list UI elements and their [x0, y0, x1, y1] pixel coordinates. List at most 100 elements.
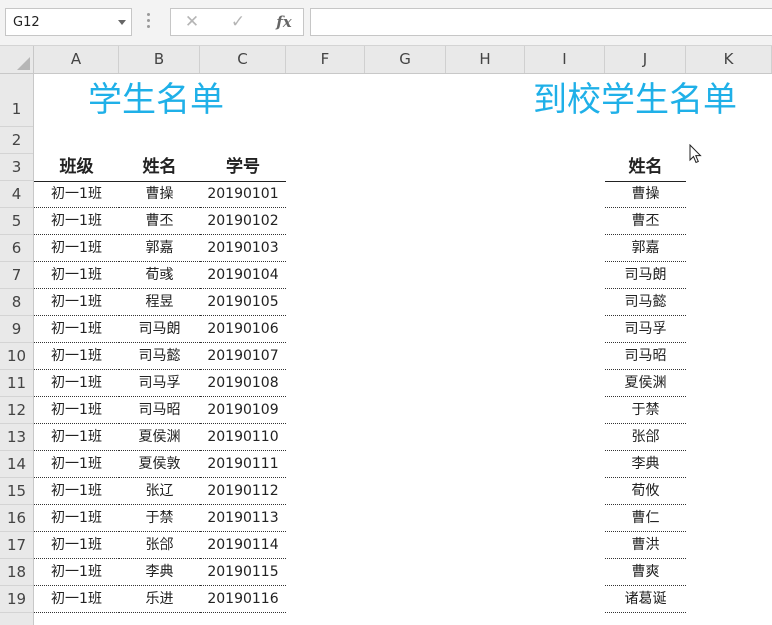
- student-id-cell[interactable]: 20190106: [200, 316, 286, 343]
- row-header-19[interactable]: 19: [0, 586, 33, 613]
- row-header-17[interactable]: 17: [0, 532, 33, 559]
- student-name-cell[interactable]: 司马懿: [119, 343, 200, 370]
- row-header-13[interactable]: 13: [0, 424, 33, 451]
- student-id-cell[interactable]: 20190105: [200, 289, 286, 316]
- student-id-cell[interactable]: 20190116: [200, 586, 286, 613]
- arrived-name-cell[interactable]: 荀攸: [605, 478, 686, 505]
- row-header-15[interactable]: 15: [0, 478, 33, 505]
- arrived-name-cell[interactable]: 曹操: [605, 181, 686, 208]
- header-arrived-name[interactable]: 姓名: [605, 154, 686, 182]
- student-class-cell[interactable]: 初一1班: [34, 262, 119, 289]
- student-name-cell[interactable]: 程昱: [119, 289, 200, 316]
- arrived-name-cell[interactable]: 曹丕: [605, 208, 686, 235]
- student-id-cell[interactable]: 20190104: [200, 262, 286, 289]
- enter-icon[interactable]: ✓: [223, 12, 253, 32]
- column-header-b[interactable]: B: [119, 46, 200, 73]
- student-name-cell[interactable]: 李典: [119, 559, 200, 586]
- student-class-cell[interactable]: 初一1班: [34, 424, 119, 451]
- row-header-18[interactable]: 18: [0, 559, 33, 586]
- student-class-cell[interactable]: 初一1班: [34, 478, 119, 505]
- header-name[interactable]: 姓名: [119, 154, 200, 182]
- header-id[interactable]: 学号: [200, 154, 286, 182]
- student-class-cell[interactable]: 初一1班: [34, 559, 119, 586]
- worksheet-grid[interactable]: 学生名单 到校学生名单 班级 姓名 学号 姓名 初一1班 曹操 20190101 初一…: [34, 74, 772, 625]
- column-header-i[interactable]: I: [525, 46, 605, 73]
- row-header-16[interactable]: 16: [0, 505, 33, 532]
- student-id-cell[interactable]: 20190103: [200, 235, 286, 262]
- student-class-cell[interactable]: 初一1班: [34, 532, 119, 559]
- drag-handle-icon[interactable]: [147, 13, 151, 33]
- student-name-cell[interactable]: 荀彧: [119, 262, 200, 289]
- row-header-10[interactable]: 10: [0, 343, 33, 370]
- name-box[interactable]: G12: [5, 8, 132, 36]
- student-id-cell[interactable]: 20190111: [200, 451, 286, 478]
- formula-input[interactable]: [310, 8, 772, 36]
- student-class-cell[interactable]: 初一1班: [34, 343, 119, 370]
- arrived-name-cell[interactable]: 曹爽: [605, 559, 686, 586]
- column-header-g[interactable]: G: [365, 46, 446, 73]
- arrived-name-cell[interactable]: 司马孚: [605, 316, 686, 343]
- student-id-cell[interactable]: 20190110: [200, 424, 286, 451]
- student-id-cell[interactable]: 20190107: [200, 343, 286, 370]
- header-class[interactable]: 班级: [34, 154, 119, 182]
- arrived-name-cell[interactable]: 司马朗: [605, 262, 686, 289]
- student-name-cell[interactable]: 曹操: [119, 181, 200, 208]
- student-name-cell[interactable]: 司马朗: [119, 316, 200, 343]
- student-class-cell[interactable]: 初一1班: [34, 208, 119, 235]
- column-header-f[interactable]: F: [286, 46, 365, 73]
- arrived-name-cell[interactable]: 司马昭: [605, 343, 686, 370]
- student-id-cell[interactable]: 20190112: [200, 478, 286, 505]
- arrived-name-cell[interactable]: 李典: [605, 451, 686, 478]
- row-header-14[interactable]: 14: [0, 451, 33, 478]
- student-name-cell[interactable]: 夏侯敦: [119, 451, 200, 478]
- row-header-3[interactable]: 3: [0, 154, 33, 181]
- select-all-button[interactable]: [0, 46, 34, 73]
- student-class-cell[interactable]: 初一1班: [34, 397, 119, 424]
- arrived-name-cell[interactable]: 曹仁: [605, 505, 686, 532]
- student-name-cell[interactable]: 郭嘉: [119, 235, 200, 262]
- student-name-cell[interactable]: 司马孚: [119, 370, 200, 397]
- student-name-cell[interactable]: 司马昭: [119, 397, 200, 424]
- student-class-cell[interactable]: 初一1班: [34, 235, 119, 262]
- student-name-cell[interactable]: 张辽: [119, 478, 200, 505]
- row-header-5[interactable]: 5: [0, 208, 33, 235]
- column-header-k[interactable]: K: [686, 46, 772, 73]
- student-class-cell[interactable]: 初一1班: [34, 316, 119, 343]
- student-id-cell[interactable]: 20190108: [200, 370, 286, 397]
- student-class-cell[interactable]: 初一1班: [34, 181, 119, 208]
- row-header-8[interactable]: 8: [0, 289, 33, 316]
- insert-function-icon[interactable]: fx: [269, 12, 299, 32]
- column-header-h[interactable]: H: [446, 46, 525, 73]
- student-class-cell[interactable]: 初一1班: [34, 289, 119, 316]
- row-header-4[interactable]: 4: [0, 181, 33, 208]
- student-class-cell[interactable]: 初一1班: [34, 370, 119, 397]
- arrived-name-cell[interactable]: 张郃: [605, 424, 686, 451]
- arrived-name-cell[interactable]: 司马懿: [605, 289, 686, 316]
- cancel-icon[interactable]: ✕: [177, 12, 207, 32]
- column-header-c[interactable]: C: [200, 46, 286, 73]
- student-id-cell[interactable]: 20190115: [200, 559, 286, 586]
- student-name-cell[interactable]: 于禁: [119, 505, 200, 532]
- student-class-cell[interactable]: 初一1班: [34, 451, 119, 478]
- student-class-cell[interactable]: 初一1班: [34, 505, 119, 532]
- row-header-2[interactable]: 2: [0, 127, 33, 154]
- arrived-name-cell[interactable]: 诸葛诞: [605, 586, 686, 613]
- arrived-name-cell[interactable]: 曹洪: [605, 532, 686, 559]
- student-id-cell[interactable]: 20190109: [200, 397, 286, 424]
- column-header-j[interactable]: J: [605, 46, 686, 73]
- arrived-name-cell[interactable]: 郭嘉: [605, 235, 686, 262]
- row-header-6[interactable]: 6: [0, 235, 33, 262]
- title-student-list[interactable]: 学生名单: [88, 74, 224, 127]
- student-name-cell[interactable]: 张郃: [119, 532, 200, 559]
- student-name-cell[interactable]: 曹丕: [119, 208, 200, 235]
- student-id-cell[interactable]: 20190101: [200, 181, 286, 208]
- student-name-cell[interactable]: 夏侯渊: [119, 424, 200, 451]
- title-arrived-list[interactable]: 到校学生名单: [533, 74, 737, 127]
- row-header-12[interactable]: 12: [0, 397, 33, 424]
- row-header-9[interactable]: 9: [0, 316, 33, 343]
- row-header-11[interactable]: 11: [0, 370, 33, 397]
- column-header-a[interactable]: A: [34, 46, 119, 73]
- student-class-cell[interactable]: 初一1班: [34, 586, 119, 613]
- student-name-cell[interactable]: 乐进: [119, 586, 200, 613]
- arrived-name-cell[interactable]: 夏侯渊: [605, 370, 686, 397]
